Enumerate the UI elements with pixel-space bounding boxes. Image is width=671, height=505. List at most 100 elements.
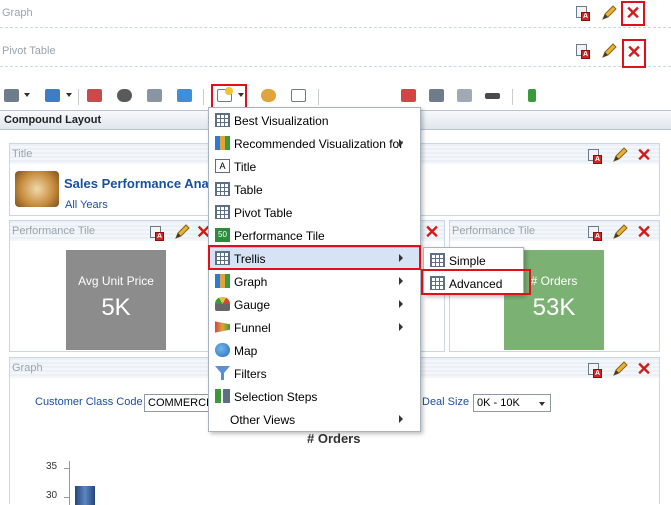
highlight-advanced [421,269,531,295]
graph-view-label: Graph [2,7,33,19]
edit-pencil-icon[interactable] [611,360,629,378]
chevron-down-icon[interactable] [24,93,30,97]
menu-item-best-visualization[interactable]: Best Visualization [209,109,420,132]
compound-layout-toolbar [0,83,671,109]
new-calculated-item-icon[interactable] [290,87,308,105]
toolbar-divider [318,89,319,105]
menu-item-performance-tile[interactable]: 50 Performance Tile [209,224,420,247]
edit-pencil-icon[interactable] [600,4,618,22]
view-properties-icon[interactable]: A [588,226,602,241]
menu-item-funnel[interactable]: Funnel [209,316,420,339]
tile-value: 53K [532,294,576,321]
deal-size-label: Deal Size [422,396,470,408]
gauge-icon [215,297,230,311]
edit-pencil-icon[interactable] [173,223,191,241]
funnel-icon [215,321,230,333]
y-tick-label: 30 [46,490,58,501]
y-tick-label: 35 [46,461,58,472]
compound-layout-title: Compound Layout [4,114,102,126]
chart-bar[interactable] [75,486,95,505]
panel-header-label: Title [12,148,33,160]
refresh-results-icon[interactable] [86,87,104,105]
remove-view-icon[interactable]: ✕ [424,223,440,241]
performance-tile[interactable]: Avg Unit Price 5K [66,250,166,350]
edit-pencil-icon[interactable] [600,42,618,60]
y-axis-line [69,461,70,505]
edit-pencil-icon[interactable] [611,223,629,241]
submenu-arrow-icon [399,415,403,423]
submenu-arrow-icon [399,139,403,147]
view-properties-icon[interactable]: A [576,6,590,21]
graph-view-row: Graph A ✕ [0,0,671,28]
menu-item-pivot-table[interactable]: Pivot Table [209,201,420,224]
edit-pencil-icon[interactable] [611,146,629,164]
menu-item-title[interactable]: A Title [209,155,420,178]
menu-item-label: Best Visualization [234,114,329,128]
prompts-icon[interactable] [428,87,446,105]
menu-item-label: Other Views [230,413,296,427]
highlight-remove-graph [621,1,645,26]
customer-class-label: Customer Class Code [35,396,143,408]
view-properties-icon[interactable]: A [588,363,602,378]
chevron-down-icon [539,402,545,406]
view-properties-icon[interactable]: A [588,149,602,164]
menu-item-label: Pivot Table [234,206,293,220]
pivot-view-label: Pivot Table [2,45,56,57]
menu-item-label: Selection Steps [234,390,318,404]
table-icon [215,182,230,196]
menu-item-label: Gauge [234,298,271,312]
title-logo-image [15,171,59,207]
filter-bar-icon[interactable] [484,87,502,105]
remove-view-icon[interactable]: ✕ [636,360,652,378]
column-properties-icon[interactable] [400,87,418,105]
map-globe-icon [215,343,230,357]
filter-icon [215,366,230,380]
deal-size-select[interactable]: 0K - 10K [473,394,551,412]
toolbar-divider [512,89,513,105]
tile-value: 5K [101,294,131,321]
export-icon[interactable] [44,87,62,105]
highlight-new-view [211,84,247,109]
view-properties-icon[interactable]: A [150,226,164,241]
submenu-arrow-icon [399,277,403,285]
menu-item-selection-steps[interactable]: Selection Steps [209,385,420,408]
menu-item-table[interactable]: Table [209,178,420,201]
menu-item-other-views[interactable]: Other Views [209,408,420,431]
table-icon [215,113,230,127]
customer-class-select[interactable]: COMMERCIA [144,394,216,412]
menu-item-label: Recommended Visualization for [234,137,404,151]
download-icon[interactable] [524,87,542,105]
menu-item-filters[interactable]: Filters [209,362,420,385]
submenu-arrow-icon [399,300,403,308]
menu-item-recommended-visualization[interactable]: Recommended Visualization for [209,132,420,155]
remove-view-icon[interactable]: ✕ [196,224,208,240]
submenu-arrow-icon [399,323,403,331]
menu-item-label: Map [234,344,258,358]
view-properties-icon[interactable]: A [576,44,590,59]
panel-header-label: Performance Tile [12,225,96,237]
preview-icon[interactable] [116,87,134,105]
toolbar-divider [203,89,204,105]
menu-item-gauge[interactable]: Gauge [209,293,420,316]
remove-view-icon[interactable]: ✕ [636,223,652,241]
chevron-down-icon[interactable] [66,93,72,97]
menu-item-label: Filters [234,367,267,381]
menu-item-map[interactable]: Map [209,339,420,362]
print-icon[interactable] [3,87,21,105]
print-preview-icon[interactable] [146,87,164,105]
remove-view-icon[interactable]: ✕ [636,146,652,164]
menu-item-label: Graph [234,275,268,289]
reload-icon[interactable] [176,87,194,105]
submenu-item-label: Simple [449,254,486,268]
performance-tile-icon: 50 [215,228,230,242]
tile-label: Avg Unit Price [78,274,154,288]
sort-icon[interactable] [456,87,474,105]
menu-item-graph[interactable]: Graph [209,270,420,293]
title-subtitle-text: All Years [65,199,108,211]
performance-tile-panel: Performance Tile A ✕ Avg Unit Price 5K [9,220,209,352]
chart-icon [215,136,230,150]
add-column-icon[interactable] [260,87,278,105]
panel-header-label: Graph [12,362,43,374]
chart-title: # Orders [307,431,361,446]
panel-header-label: Performance Tile [452,225,536,237]
